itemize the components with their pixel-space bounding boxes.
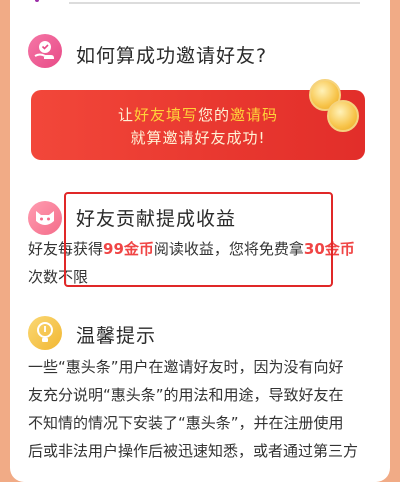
tips-paragraph-line: 不知情的情况下安装了“惠头条”，并在注册使用 [28, 414, 344, 432]
banner-line-2: 就算邀请好友成功! [130, 129, 266, 147]
section-title-tips: 温馨提示 [76, 325, 157, 347]
tips-paragraph-line: 友充分说明“惠头条”的用法和用途，导致好友在 [28, 386, 344, 404]
fox-face-icon [28, 201, 62, 235]
tips-paragraph-line: 一些“惠头条”用户在邀请好友时，因为没有向好 [28, 358, 344, 376]
red-annotation-box [64, 192, 333, 287]
hand-heart-icon [28, 34, 62, 68]
tips-paragraph-line: 后或非法用户操作后被迅速知悉，或者通过第三方 [28, 442, 359, 460]
previous-tip-box-edge [69, 2, 360, 4]
section-title-how-to-invite: 如何算成功邀请好友? [76, 45, 268, 67]
content-card: 如何算成功邀请好友? 让好友填写您的邀请码 就算邀请好友成功! 好友贡献提成收益… [10, 0, 390, 482]
section-accent-bar [35, 0, 39, 2]
gold-coin-icon [327, 100, 359, 132]
lightbulb-icon [28, 316, 62, 350]
